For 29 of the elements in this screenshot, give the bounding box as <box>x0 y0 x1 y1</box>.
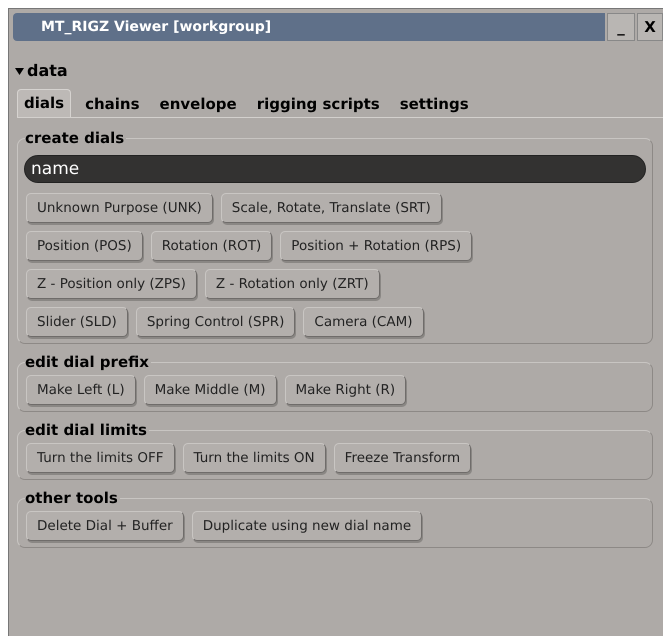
tool-button[interactable]: Duplicate using new dial name <box>192 511 422 541</box>
tool-button[interactable]: Make Left (L) <box>26 375 136 405</box>
section-header[interactable]: data <box>15 59 68 83</box>
tab[interactable]: dials <box>17 89 72 117</box>
tool-button[interactable]: Position (POS) <box>26 231 143 261</box>
tool-button[interactable]: Z - Rotation only (ZRT) <box>204 269 380 299</box>
tool-button[interactable]: Delete Dial + Buffer <box>26 511 184 541</box>
tab[interactable]: rigging scripts <box>250 91 386 117</box>
minimize-button[interactable]: _ <box>607 13 635 41</box>
tool-button[interactable]: Scale, Rotate, Translate (SRT) <box>220 193 442 223</box>
tab[interactable]: settings <box>394 91 475 117</box>
tab[interactable]: envelope <box>154 91 243 117</box>
tab[interactable]: chains <box>79 91 146 117</box>
tool-button[interactable]: Position + Rotation (RPS) <box>280 231 472 261</box>
tool-button[interactable]: Unknown Purpose (UNK) <box>26 193 213 223</box>
tool-button[interactable]: Turn the limits OFF <box>26 443 175 473</box>
tool-button[interactable]: Freeze Transform <box>334 443 472 473</box>
tool-button[interactable]: Camera (CAM) <box>303 307 424 337</box>
tool-button[interactable]: Make Middle (M) <box>144 375 277 405</box>
tool-button[interactable]: Slider (SLD) <box>26 307 128 337</box>
tool-button[interactable]: Make Right (R) <box>284 375 406 405</box>
tool-button[interactable]: Spring Control (SPR) <box>136 307 296 337</box>
tool-button[interactable]: Z - Position only (ZPS) <box>26 269 197 299</box>
close-button[interactable]: X <box>637 13 663 41</box>
triangle-icon <box>15 68 24 74</box>
tool-button[interactable]: Turn the limits ON <box>182 443 326 473</box>
tool-button[interactable]: Rotation (ROT) <box>150 231 272 261</box>
window-title: MT_RIGZ Viewer [workgroup] <box>41 18 272 36</box>
name-field[interactable]: name <box>24 155 646 183</box>
